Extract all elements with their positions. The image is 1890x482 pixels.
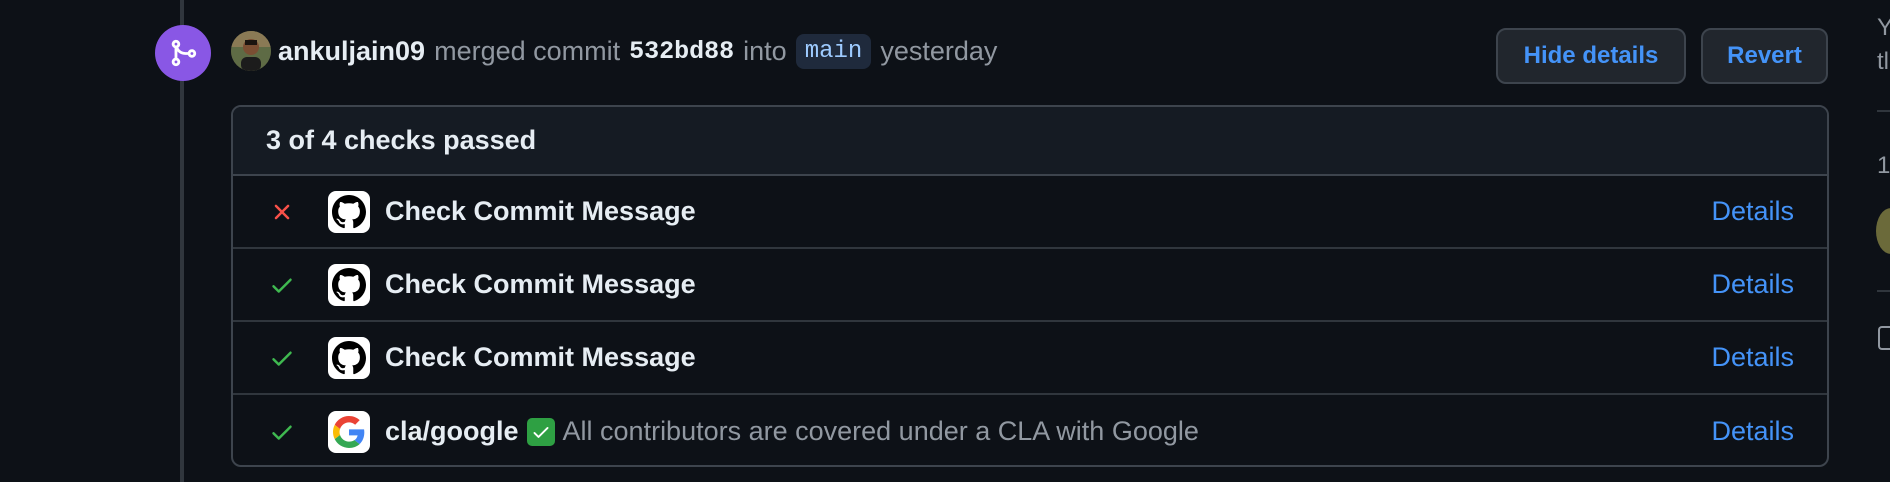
check-row: cla/google All contributors are covered … [233,395,1827,465]
check-description: All contributors are covered under a CLA… [562,416,1199,446]
google-logo-icon [328,410,370,453]
commit-sha-link[interactable]: 532bd88 [629,37,734,66]
details-link[interactable]: Details [1711,342,1794,373]
check-icon [272,351,292,366]
checks-panel: 3 of 4 checks passed Check Commit Messag… [231,105,1829,467]
check-row: Check Commit Message Details [233,249,1827,322]
pr-timeline: ankuljain09 merged commit 532bd88 into m… [0,0,1890,482]
github-logo-icon [328,263,370,306]
check-name: Check Commit Message [385,342,696,372]
github-logo-icon [328,336,370,379]
avatar[interactable] [231,31,271,71]
sidebar-divider [1877,290,1890,292]
details-link[interactable]: Details [1711,416,1794,447]
check-name: cla/google [385,416,519,446]
github-logo-icon [328,190,370,233]
revert-button[interactable]: Revert [1701,28,1828,84]
check-icon [272,425,292,440]
check-name: Check Commit Message [385,196,696,226]
sidebar-fragment-text: Y [1877,14,1890,41]
merge-event-text: ankuljain09 merged commit 532bd88 into m… [278,30,997,72]
sidebar-divider [1877,110,1890,112]
git-merge-icon [155,25,211,81]
lock-icon [1878,326,1890,350]
check-icon [272,278,292,293]
check-row: Check Commit Message Details [233,176,1827,249]
details-link[interactable]: Details [1711,196,1794,227]
sidebar-fragment-text: 1 [1877,152,1890,179]
branch-label[interactable]: main [795,33,872,69]
author-link[interactable]: ankuljain09 [278,36,425,67]
checks-summary: 3 of 4 checks passed [233,107,1827,176]
sidebar-fragment-text: tl [1877,48,1889,75]
green-check-emoji-icon [526,417,555,446]
event-into-label: into [743,35,787,66]
event-action: merged commit [434,35,621,66]
event-timestamp[interactable]: yesterday [880,36,997,67]
x-icon [274,204,290,219]
check-name: Check Commit Message [385,269,696,299]
details-link[interactable]: Details [1711,269,1794,300]
hide-details-button[interactable]: Hide details [1496,28,1686,84]
avatar[interactable] [1876,208,1890,254]
check-row: Check Commit Message Details [233,322,1827,395]
